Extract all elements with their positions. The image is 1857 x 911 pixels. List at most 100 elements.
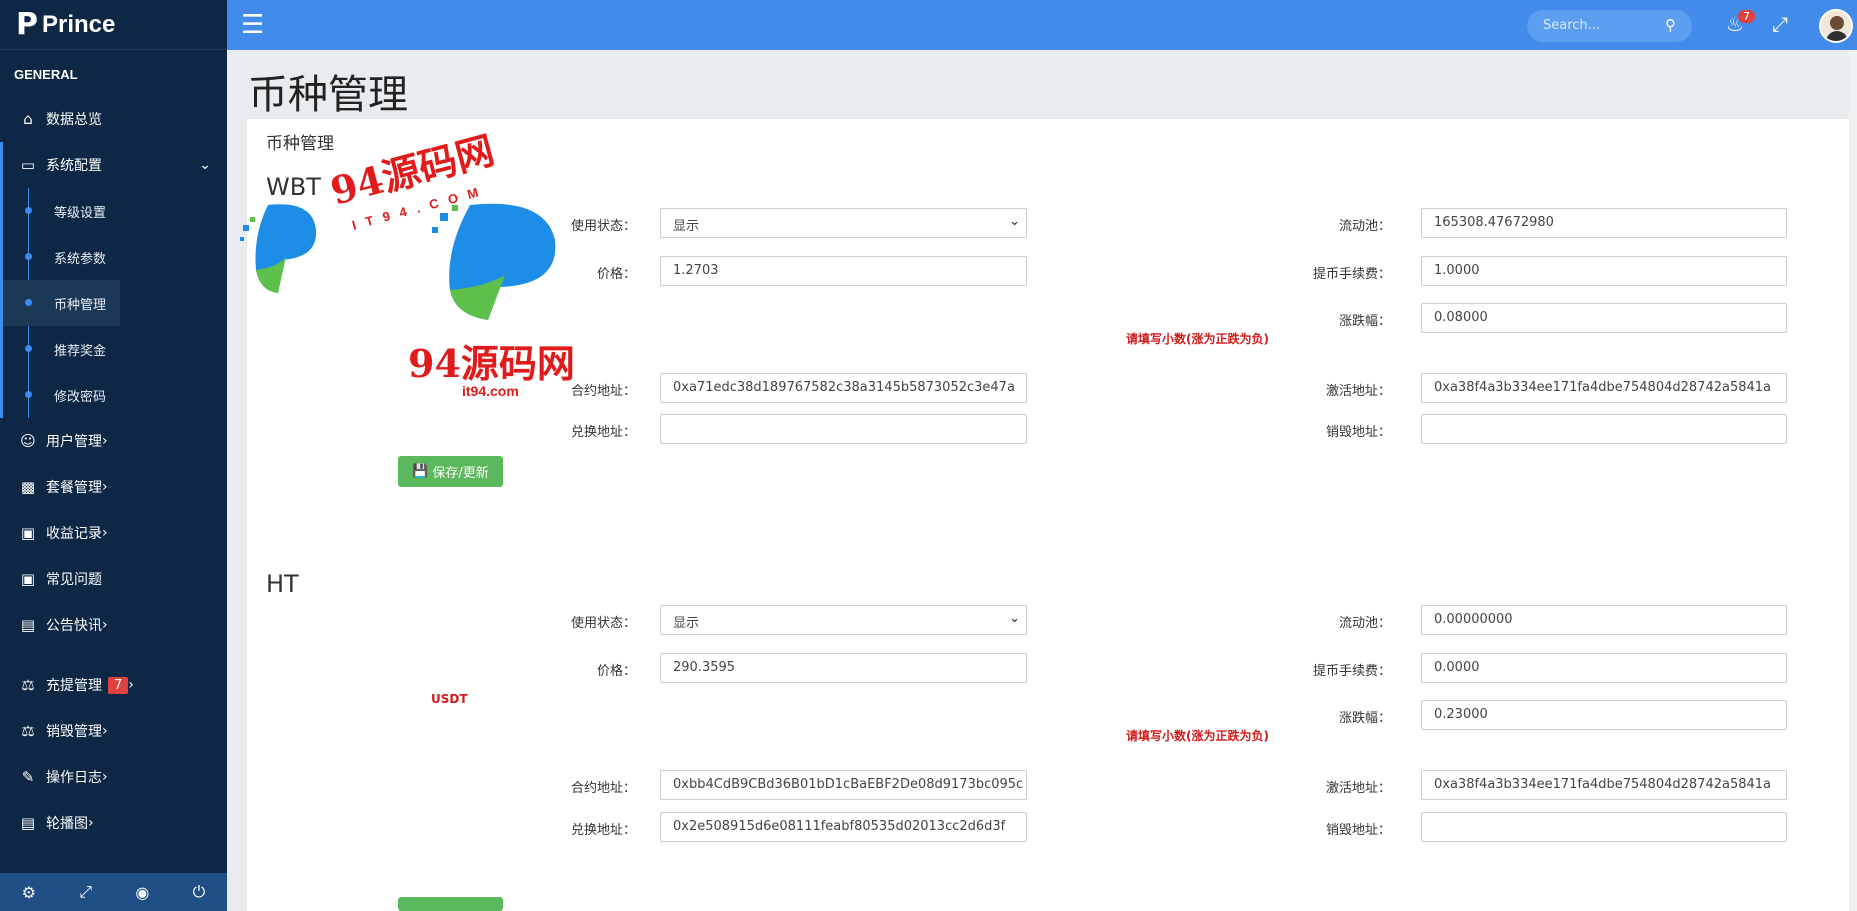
status-select[interactable]: 显示 ⌄ bbox=[660, 208, 1027, 238]
activate-label: 激活地址： bbox=[1325, 384, 1391, 399]
exchange-field[interactable] bbox=[660, 414, 1027, 444]
chevron-right-icon: › bbox=[102, 723, 108, 739]
change-field[interactable]: 0.08000 bbox=[1421, 303, 1787, 333]
watermark-domain: it94.com bbox=[462, 383, 519, 399]
chevron-right-icon: › bbox=[102, 525, 108, 541]
money-icon: ▣ bbox=[20, 524, 36, 542]
sidebar-item-label: 收益记录 bbox=[46, 526, 102, 542]
change-label: 涨跌幅： bbox=[1338, 711, 1391, 726]
balance-scale-icon: ⚖ bbox=[21, 676, 35, 694]
avatar[interactable] bbox=[1819, 9, 1853, 43]
expand-icon[interactable]: ⤢ bbox=[1772, 12, 1788, 36]
sidebar: P Prince GENERAL ⌂ 数据总览 ▭ 系统配置 ⌄ 等级设置 系统… bbox=[0, 0, 227, 911]
price-field[interactable]: 290.3595 bbox=[660, 653, 1027, 683]
sidebar-subitem-coins[interactable]: 币种管理 bbox=[3, 280, 120, 326]
change-hint: 请填写小数(涨为正跌为负) bbox=[1126, 729, 1269, 743]
sidebar-subitem-bonus[interactable]: 推荐奖金 bbox=[3, 326, 120, 372]
contract-field[interactable]: 0xa71edc38d189767582c38a3145b5873052c3e4… bbox=[660, 373, 1027, 403]
price-label: 价格： bbox=[596, 664, 636, 679]
activate-field[interactable]: 0xa38f4a3b334ee171fa4dbe754804d28742a584… bbox=[1421, 770, 1787, 800]
sidebar-item-packages[interactable]: ▩ 套餐管理 › bbox=[0, 464, 227, 510]
search-input[interactable]: Search... ⚲ bbox=[1527, 10, 1692, 42]
select-value: 显示 bbox=[673, 616, 700, 631]
bullet-icon bbox=[25, 345, 32, 352]
status-select[interactable]: 显示 ⌄ bbox=[660, 605, 1027, 635]
change-label: 涨跌幅： bbox=[1338, 314, 1391, 329]
sidebar-subitem-params[interactable]: 系统参数 bbox=[3, 234, 120, 280]
monitor-icon: ▭ bbox=[20, 156, 36, 174]
topbar: ☰ Search... ⚲ ♨ 7 ⤢ bbox=[227, 0, 1857, 50]
sidebar-item-label: 公告快讯 bbox=[46, 618, 102, 634]
exchange-field[interactable]: 0x2e508915d6e08111feabf80535d02013cc2d6d… bbox=[660, 812, 1027, 842]
gear-icon[interactable]: ⚙ bbox=[22, 883, 36, 902]
sidebar-item-users[interactable]: ☺ 用户管理 › bbox=[0, 418, 227, 464]
edit-icon: ✎ bbox=[21, 768, 35, 786]
contract-field[interactable]: 0xbb4CdB9CBd36B01bD1cBaEBF2De08d9173bc09… bbox=[660, 770, 1027, 800]
sidebar-item-carousel[interactable]: ▤ 轮播图 › bbox=[0, 800, 227, 846]
quote-tag: USDT bbox=[431, 692, 468, 706]
count-badge: 7 bbox=[108, 676, 129, 694]
sidebar-item-earnings[interactable]: ▣ 收益记录 › bbox=[0, 510, 227, 556]
chevron-right-icon: › bbox=[102, 769, 108, 785]
sidebar-item-deposit[interactable]: ⚖ 充提管理 7 › bbox=[0, 662, 227, 708]
save-button[interactable]: 💾 保存/更新 bbox=[398, 456, 503, 487]
save-button[interactable] bbox=[398, 897, 503, 911]
bullet-icon bbox=[25, 391, 32, 398]
burn-field[interactable] bbox=[1421, 812, 1787, 842]
price-field[interactable]: 1.2703 bbox=[660, 256, 1027, 286]
money-icon: ▣ bbox=[20, 570, 36, 588]
pool-label: 流动池： bbox=[1338, 616, 1391, 631]
logo[interactable]: P Prince bbox=[0, 0, 227, 50]
sidebar-section-title: GENERAL bbox=[14, 67, 78, 82]
chevron-right-icon: › bbox=[128, 677, 134, 693]
sidebar-item-system-config[interactable]: ▭ 系统配置 ⌄ bbox=[0, 142, 227, 188]
sidebar-item-news[interactable]: ▤ 公告快讯 › bbox=[0, 602, 227, 648]
sidebar-item-faq[interactable]: ▣ 常见问题 bbox=[0, 556, 227, 602]
search-icon[interactable]: ⚲ bbox=[1665, 16, 1676, 34]
exchange-label: 兑换地址： bbox=[570, 425, 636, 440]
watermark-logo bbox=[240, 204, 317, 293]
sidebar-item-label: 操作日志 bbox=[46, 770, 102, 786]
bullet-icon bbox=[25, 253, 32, 260]
contract-label: 合约地址： bbox=[570, 781, 636, 796]
chevron-right-icon: › bbox=[88, 815, 94, 831]
burn-label: 销毁地址： bbox=[1325, 823, 1391, 838]
fee-field[interactable]: 0.0000 bbox=[1421, 653, 1787, 683]
select-value: 显示 bbox=[673, 219, 700, 234]
exchange-label: 兑换地址： bbox=[570, 823, 636, 838]
balance-scale-icon: ⚖ bbox=[21, 722, 35, 740]
change-field[interactable]: 0.23000 bbox=[1421, 700, 1787, 730]
pool-field[interactable]: 0.00000000 bbox=[1421, 605, 1787, 635]
fee-field[interactable]: 1.0000 bbox=[1421, 256, 1787, 286]
sidebar-item-dashboard[interactable]: ⌂ 数据总览 bbox=[0, 96, 227, 142]
subitem-label: 系统参数 bbox=[54, 251, 107, 267]
watermark-logo bbox=[432, 203, 556, 320]
notification-count: 7 bbox=[1738, 10, 1755, 23]
fee-label: 提币手续费： bbox=[1312, 267, 1391, 282]
chevron-down-icon: ⌄ bbox=[1009, 611, 1020, 626]
fee-label: 提币手续费： bbox=[1312, 664, 1391, 679]
pool-field[interactable]: 165308.47672980 bbox=[1421, 208, 1787, 238]
scrollbar[interactable] bbox=[1849, 50, 1857, 911]
sidebar-item-logs[interactable]: ✎ 操作日志 › bbox=[0, 754, 227, 800]
window-icon: ▤ bbox=[20, 616, 36, 634]
app-name: Prince bbox=[42, 10, 116, 38]
change-hint: 请填写小数(涨为正跌为负) bbox=[1126, 332, 1269, 346]
floppy-icon: 💾 bbox=[412, 464, 429, 479]
power-icon[interactable]: ⏻ bbox=[193, 882, 206, 902]
bell-icon[interactable]: ♨ 7 bbox=[1726, 10, 1755, 36]
sidebar-subitem-password[interactable]: 修改密码 bbox=[3, 372, 120, 418]
sidebar-item-burn[interactable]: ⚖ 销毁管理 › bbox=[0, 708, 227, 754]
sidebar-item-label: 充提管理 bbox=[46, 678, 102, 694]
burn-field[interactable] bbox=[1421, 414, 1787, 444]
activate-field[interactable]: 0xa38f4a3b334ee171fa4dbe754804d28742a584… bbox=[1421, 373, 1787, 403]
menu-toggle-icon[interactable]: ☰ bbox=[241, 10, 264, 40]
bullet-icon bbox=[25, 299, 32, 306]
lock-icon[interactable]: ◉ bbox=[135, 883, 149, 902]
sidebar-subitem-levels[interactable]: 等级设置 bbox=[3, 188, 120, 234]
status-label: 使用状态： bbox=[570, 616, 636, 631]
user-circle-icon: ☺ bbox=[20, 432, 36, 450]
image-icon: ▤ bbox=[20, 814, 36, 832]
fullscreen-icon[interactable]: ⤢ bbox=[79, 882, 92, 902]
sidebar-item-label: 系统配置 bbox=[46, 158, 102, 174]
